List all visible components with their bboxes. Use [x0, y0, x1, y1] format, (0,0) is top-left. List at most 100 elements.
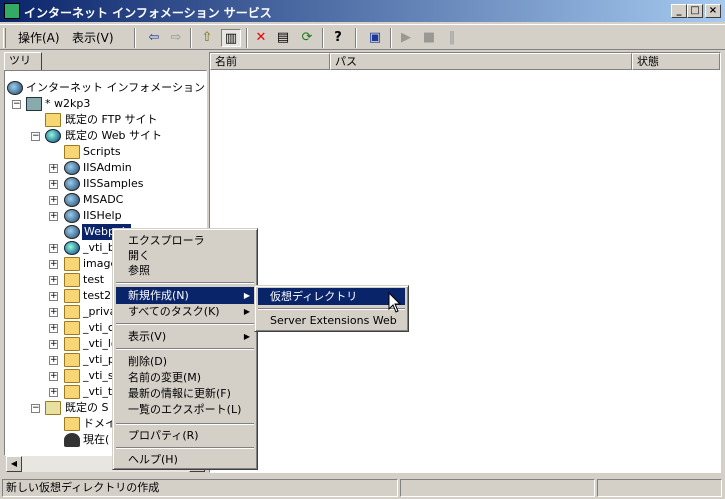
menu-item-view[interactable]: 表示(V) ▶	[116, 328, 254, 345]
tree-item-label: _vti_t	[83, 385, 113, 398]
forward-icon[interactable]: ⇨	[166, 29, 186, 47]
menu-item-server-extensions-web[interactable]: Server Extensions Web	[258, 312, 405, 329]
column-header-path[interactable]: パス	[330, 53, 632, 70]
stop-icon[interactable]: ■	[419, 29, 439, 47]
expand-icon[interactable]: +	[49, 308, 58, 317]
column-header-status[interactable]: 状態	[632, 53, 720, 70]
column-header-name[interactable]: 名前	[210, 53, 330, 70]
minimize-button[interactable]: _	[671, 4, 687, 18]
menu-item-new[interactable]: 新規作成(N) ▶	[116, 287, 254, 304]
menu-separator	[258, 308, 405, 310]
start-icon[interactable]: ▶	[396, 29, 416, 47]
scroll-left-button[interactable]: ◀	[6, 456, 22, 472]
sessions-icon	[64, 433, 80, 447]
expand-icon[interactable]: +	[49, 196, 58, 205]
virtual-dir-icon	[64, 161, 80, 175]
menu-item-rename[interactable]: 名前の変更(M)	[116, 369, 254, 386]
folder-icon	[64, 321, 80, 335]
context-menu: エクスプローラ 開く 参照 新規作成(N) ▶ すべてのタスク(K) ▶ 表示(…	[112, 228, 258, 470]
folder-icon	[64, 145, 80, 159]
collapse-icon[interactable]: −	[31, 132, 40, 141]
expand-icon[interactable]: +	[49, 340, 58, 349]
status-panel	[400, 479, 595, 497]
help-icon[interactable]: ?	[328, 29, 348, 47]
window-title: インターネット インフォメーション サービス	[24, 6, 272, 20]
toolbar: 操作(A) 表示(V) ⇦ ⇨ ⇧ ▥ ✕ ▤ ⟳ ? ▣ ▶ ■ ‖	[0, 24, 725, 50]
expand-icon[interactable]: +	[49, 164, 58, 173]
tree-item-label: test	[83, 273, 105, 286]
menu-view[interactable]: 表示(V)	[68, 29, 118, 47]
toolbar-grip[interactable]	[3, 28, 6, 48]
folder-icon	[64, 337, 80, 351]
web-site-icon	[45, 129, 61, 143]
tree-item-label: 現在(	[83, 433, 110, 446]
expand-icon[interactable]: +	[49, 180, 58, 189]
refresh-icon[interactable]: ⟳	[297, 29, 317, 47]
collapse-icon[interactable]: −	[12, 100, 21, 109]
folder-icon	[64, 241, 80, 255]
folder-icon	[64, 369, 80, 383]
expand-icon[interactable]: +	[49, 356, 58, 365]
tree-item-label: IISSamples	[83, 177, 144, 190]
ftp-site-icon	[45, 113, 61, 127]
toolbar-separator	[390, 28, 392, 48]
folder-icon	[64, 289, 80, 303]
menu-item-label: すべてのタスク(K)	[128, 305, 220, 318]
expand-icon[interactable]: +	[49, 372, 58, 381]
menu-separator	[116, 447, 254, 449]
tree-item-label: _vti_b	[83, 241, 115, 254]
submenu-arrow-icon: ▶	[243, 332, 250, 341]
menu-separator	[116, 348, 254, 350]
show-hide-tree-icon[interactable]: ▥	[221, 29, 241, 47]
menu-item-virtual-directory[interactable]: 仮想ディレクトリ	[258, 288, 405, 305]
menu-separator	[116, 323, 254, 325]
computer-icon[interactable]: ▣	[365, 29, 385, 47]
menu-item-refresh[interactable]: 最新の情報に更新(F)	[116, 385, 254, 402]
toolbar-separator	[190, 28, 192, 48]
folder-icon	[64, 305, 80, 319]
list-pane[interactable]: 名前 パス 状態	[209, 52, 721, 473]
menu-item-browse[interactable]: 参照	[116, 262, 254, 279]
tree-item-label: test2	[83, 289, 112, 302]
expand-icon[interactable]: +	[49, 292, 58, 301]
expand-icon[interactable]: +	[49, 260, 58, 269]
delete-icon[interactable]: ✕	[251, 29, 271, 47]
up-folder-icon[interactable]: ⇧	[197, 29, 217, 47]
menu-action[interactable]: 操作(A)	[14, 29, 64, 47]
menu-item-delete[interactable]: 削除(D)	[116, 353, 254, 370]
title-bar[interactable]: インターネット インフォメーション サービス _ □ ×	[0, 0, 725, 22]
expand-icon[interactable]: +	[49, 324, 58, 333]
menu-item-help[interactable]: ヘルプ(H)	[116, 451, 254, 468]
expand-icon[interactable]: +	[49, 276, 58, 285]
domain-icon	[64, 417, 80, 431]
back-icon[interactable]: ⇦	[144, 29, 164, 47]
expand-icon[interactable]: +	[49, 244, 58, 253]
tree-item-label: 既定の S	[65, 401, 109, 414]
close-button[interactable]: ×	[705, 4, 721, 18]
properties-icon[interactable]: ▤	[273, 29, 293, 47]
maximize-button[interactable]: □	[687, 4, 703, 18]
menu-item-properties[interactable]: プロパティ(R)	[116, 427, 254, 444]
mouse-cursor-icon	[388, 292, 402, 313]
virtual-dir-icon	[64, 225, 80, 239]
folder-icon	[64, 273, 80, 287]
folder-icon	[64, 353, 80, 367]
expand-icon[interactable]: +	[49, 212, 58, 221]
folder-icon	[64, 257, 80, 271]
status-bar: 新しい仮想ディレクトリの作成	[0, 477, 725, 499]
virtual-dir-icon	[64, 209, 80, 223]
collapse-icon[interactable]: −	[31, 404, 40, 413]
status-panel	[597, 479, 722, 497]
menu-item-export-list[interactable]: 一覧のエクスポート(L)	[116, 401, 254, 418]
tree-item-label: Scripts	[83, 145, 121, 158]
tree-item-label: _vti_c	[83, 321, 114, 334]
folder-icon	[64, 385, 80, 399]
tab-tree[interactable]: ツリー	[4, 52, 42, 83]
smtp-icon	[45, 401, 61, 415]
submenu-arrow-icon: ▶	[243, 291, 250, 300]
expand-icon[interactable]: +	[49, 388, 58, 397]
pause-icon[interactable]: ‖	[442, 29, 462, 47]
tree-item-label: _vti_s	[83, 369, 114, 382]
menu-item-all-tasks[interactable]: すべてのタスク(K) ▶	[116, 303, 254, 320]
virtual-dir-icon	[64, 193, 80, 207]
